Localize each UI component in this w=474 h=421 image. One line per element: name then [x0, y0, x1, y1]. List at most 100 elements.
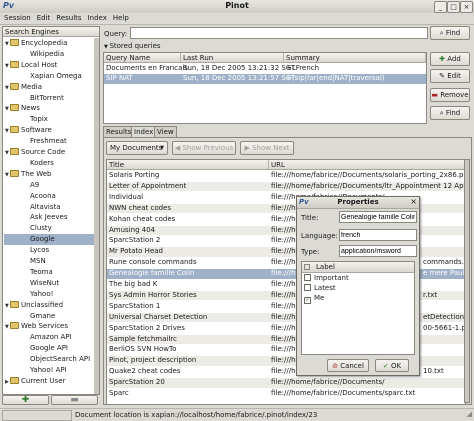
- menu-edit[interactable]: Edit: [34, 13, 54, 24]
- tree-scrollbar[interactable]: [94, 38, 99, 394]
- query-row[interactable]: Documents en Francais Sun, 18 Dec 2005 1…: [104, 64, 426, 74]
- tree-leaf[interactable]: Clusty: [4, 223, 99, 234]
- chevron-down-icon: ▼: [160, 145, 164, 151]
- document-title: NWN cheat codes: [109, 203, 171, 212]
- document-title: Sparc: [109, 389, 129, 397]
- stored-queries-table[interactable]: Query Name Last Run Summary Documents en…: [103, 52, 427, 124]
- index-dropdown[interactable]: My Documents ▼: [106, 141, 168, 155]
- tree-leaf[interactable]: WiseNut: [4, 278, 99, 289]
- tree-group[interactable]: ▼ Web Services: [4, 321, 95, 332]
- tree-group[interactable]: ▼ The Web: [4, 169, 95, 180]
- tree-leaf[interactable]: Yahoo!: [4, 289, 99, 300]
- edit-query-button[interactable]: ✎ Edit: [430, 69, 470, 83]
- tree-leaf[interactable]: Ask Jeeves: [4, 212, 99, 223]
- query-last-run: Sun, 18 Dec 2005 13:21:57 SGT: [183, 74, 296, 82]
- label-checkbox[interactable]: [304, 284, 311, 291]
- dialog-titlebar: Pv Properties ×: [297, 197, 419, 209]
- remove-engine-button[interactable]: ▬: [51, 395, 98, 405]
- tree-leaf[interactable]: A9: [4, 180, 99, 191]
- tree-group[interactable]: ▼ Media: [4, 82, 95, 93]
- tree-item-label: Encyclopedia: [21, 39, 68, 47]
- ok-label: OK: [390, 362, 402, 370]
- label-checkbox[interactable]: [304, 274, 311, 281]
- tree-header[interactable]: Search Engines: [3, 27, 99, 37]
- tree-group[interactable]: ▼ Software: [4, 125, 95, 136]
- type-field[interactable]: [339, 245, 417, 257]
- menu-help[interactable]: Help: [110, 13, 132, 24]
- col-summary[interactable]: Summary: [284, 53, 426, 63]
- col-title[interactable]: Title: [107, 160, 269, 170]
- label-item[interactable]: Latest: [304, 284, 336, 292]
- cancel-icon: ⊘: [332, 362, 341, 370]
- label-item[interactable]: ✓ Me: [304, 294, 324, 304]
- run-query-button[interactable]: ⌕ Find: [430, 106, 470, 120]
- query-input[interactable]: [130, 27, 428, 39]
- tree-item-label: Software: [21, 126, 52, 135]
- tree-group[interactable]: ▼ Encyclopedia: [4, 38, 95, 49]
- tree-leaf[interactable]: Altavista: [4, 202, 99, 213]
- show-next-button[interactable]: ▶ Show Next: [240, 141, 294, 155]
- tree-leaf[interactable]: Google: [4, 234, 99, 245]
- tree-leaf[interactable]: Acoona: [4, 191, 99, 202]
- tree-leaf[interactable]: Wikipedia: [4, 49, 99, 60]
- tree-item-label: News: [21, 104, 40, 113]
- tree-group[interactable]: ▼ Source Code: [4, 147, 95, 158]
- cancel-button[interactable]: ⊘ Cancel: [327, 359, 369, 372]
- show-previous-button[interactable]: ◀ Show Previous: [172, 141, 236, 155]
- tree-group[interactable]: ▶ Current User: [4, 376, 95, 387]
- index-scrollbar[interactable]: [464, 159, 470, 403]
- index-row[interactable]: Sparc file:///home/fabrice//Documents/spa…: [107, 389, 465, 399]
- index-row[interactable]: SparcStation 20 file:///home/fabrice//Doc…: [107, 378, 465, 388]
- tree-leaf[interactable]: Xapian Omega: [4, 71, 99, 82]
- resize-grip-icon[interactable]: ◢: [467, 410, 472, 418]
- col-query-name[interactable]: Query Name: [104, 53, 181, 63]
- tab-view[interactable]: View: [154, 126, 177, 137]
- ok-button[interactable]: ✓ OK: [375, 359, 409, 372]
- tree-leaf[interactable]: Teoma: [4, 267, 99, 278]
- folder-icon: [10, 104, 19, 112]
- search-engines-tree[interactable]: Search Engines ▼ Encyclopedia Wikipedia ▼ Lo…: [2, 26, 100, 395]
- tree-leaf[interactable]: ObjectSearch API: [4, 354, 99, 365]
- tree-leaf[interactable]: BitTorrent: [4, 93, 99, 104]
- index-row[interactable]: Letter of Appointment file:///home/fabric…: [107, 181, 465, 192]
- tree-leaf[interactable]: Koders: [4, 158, 99, 169]
- label-checkbox-checked[interactable]: ✓: [304, 297, 311, 304]
- tab-results[interactable]: Results: [103, 126, 135, 137]
- minimize-icon[interactable]: _: [434, 1, 447, 13]
- add-query-button[interactable]: ✚ Add: [430, 52, 470, 66]
- document-url-tail: etDetection.doc: [423, 312, 465, 321]
- menu-results[interactable]: Results: [53, 13, 84, 24]
- title-field[interactable]: [339, 211, 417, 223]
- add-engine-button[interactable]: ✚: [2, 395, 49, 405]
- menu-index[interactable]: Index: [85, 13, 110, 24]
- labels-list[interactable]: Label Important Latest ✓ Me: [301, 261, 415, 355]
- remove-query-button[interactable]: ▬ Remove: [430, 88, 470, 102]
- find-button[interactable]: ⌕ Find: [430, 26, 470, 40]
- dialog-close-icon[interactable]: ×: [410, 197, 417, 206]
- close-icon[interactable]: ×: [460, 1, 473, 13]
- tree-leaf[interactable]: Freshmeat: [4, 136, 99, 147]
- tree-leaf[interactable]: Google API: [4, 343, 99, 354]
- tree-group[interactable]: ▼ News: [4, 103, 95, 114]
- tree-group[interactable]: ▼ Local Host: [4, 60, 95, 71]
- maximize-icon[interactable]: □: [447, 1, 460, 13]
- tree-item-label: Source Code: [21, 148, 66, 156]
- col-url[interactable]: URL: [269, 160, 465, 170]
- menu-session[interactable]: Session: [0, 13, 34, 24]
- tree-leaf[interactable]: Lycos: [4, 245, 99, 256]
- tree-leaf[interactable]: Amazon API: [4, 332, 99, 343]
- tree-leaf[interactable]: Yahoo! API: [4, 365, 99, 376]
- tree-leaf[interactable]: Topix: [4, 114, 99, 125]
- col-last-run[interactable]: Last Run: [181, 53, 284, 63]
- tree-leaf[interactable]: MSN: [4, 256, 99, 267]
- find-label: Find: [445, 29, 461, 37]
- index-row[interactable]: Solaris Porting file:///home/fabrice//Doc…: [107, 171, 465, 181]
- label-item[interactable]: Important: [304, 274, 349, 282]
- stored-queries-expander[interactable]: ▼ Stored queries: [104, 42, 161, 50]
- language-field[interactable]: [339, 229, 417, 241]
- tree-group[interactable]: ▼ Unclassified: [4, 300, 95, 311]
- tree-item-label: Web Services: [21, 322, 69, 331]
- tree-leaf[interactable]: Gmane: [4, 311, 99, 322]
- query-row[interactable]: SIP NAT Sun, 18 Dec 2005 13:21:57 SGT +(…: [104, 74, 426, 84]
- document-title: Individual: [109, 192, 144, 201]
